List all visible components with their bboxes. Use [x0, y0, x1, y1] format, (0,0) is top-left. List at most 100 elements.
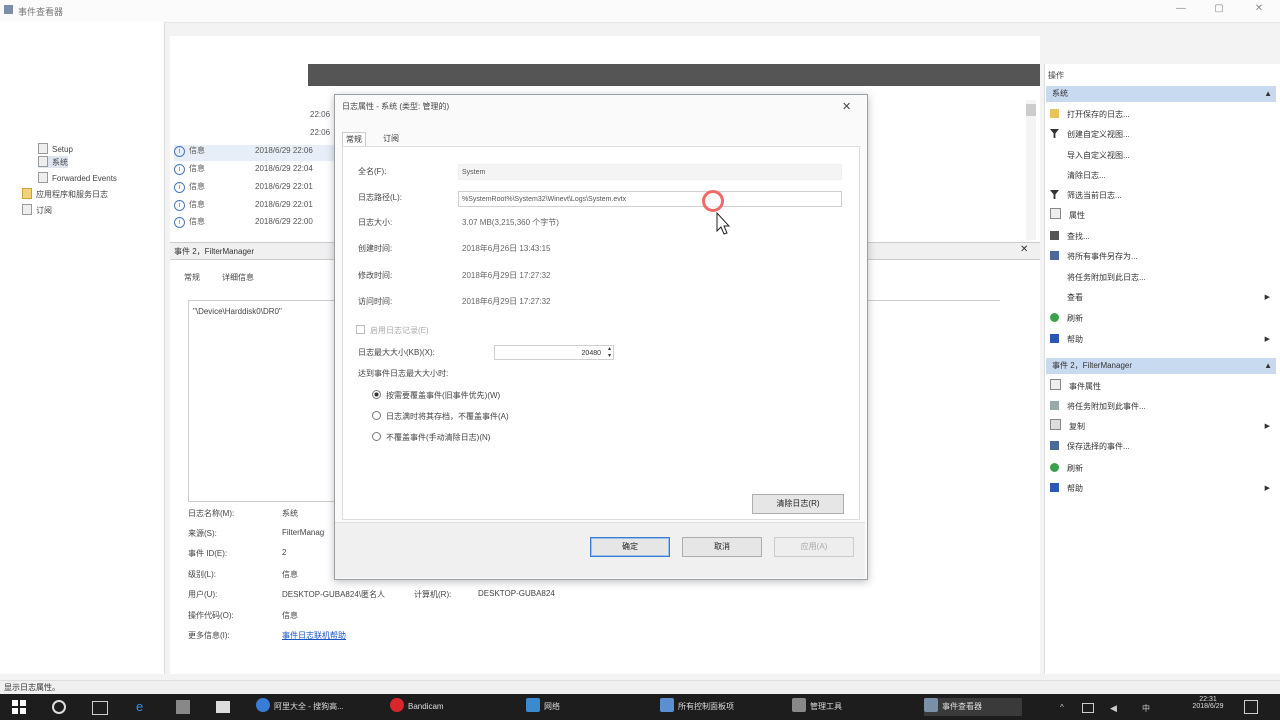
taskbar-item-browser[interactable]: 阿里大全 - 搜狗高... [256, 698, 344, 716]
action-copy[interactable]: 复制 ▶ [1050, 418, 1272, 436]
help-icon [1050, 483, 1059, 492]
action-import-custom-view[interactable]: 导入自定义视图... [1050, 147, 1272, 165]
table-row[interactable]: i 信息 2018/6/29 22:06 [174, 145, 334, 161]
prop-opcode: 操作代码(O): 信息 [188, 611, 298, 620]
network-icon [526, 698, 540, 712]
radio-archive-when-full[interactable]: 日志满时将其存档，不覆盖事件(A) [372, 411, 509, 422]
taskbar-item-admin-tools[interactable]: 管理工具 [792, 698, 842, 716]
prop-source: 来源(S): FilterManag [188, 528, 325, 538]
action-save-all-events[interactable]: 将所有事件另存为... [1050, 248, 1272, 266]
log-path-label: 日志路径(L): [358, 193, 402, 202]
max-size-stepper[interactable]: 20480 ▴ ▾ [494, 345, 614, 360]
help-icon [1050, 334, 1059, 343]
tab-subscriptions[interactable]: 订阅 [380, 132, 402, 146]
event-message-box[interactable]: "\Device\Harddisk0\DR0" [188, 300, 340, 502]
tab-general[interactable]: 常规 [184, 272, 200, 283]
table-row[interactable]: i 信息 2018/6/29 22:04 [174, 163, 313, 179]
tab-details[interactable]: 详细信息 [222, 272, 254, 283]
table-row[interactable]: i 信息 2018/6/29 22:00 [174, 216, 313, 232]
scrollbar-thumb[interactable] [1026, 104, 1036, 116]
action-properties[interactable]: 属性 [1050, 207, 1272, 225]
task-icon [1050, 401, 1059, 410]
event-detail-title: 事件 2，FilterManager [174, 247, 255, 256]
notification-center-icon[interactable] [1244, 700, 1258, 714]
log-path-field[interactable]: %SystemRoot%\System32\Winevt\Logs\System… [458, 191, 842, 207]
action-filter-current-log[interactable]: 筛选当前日志... [1050, 187, 1272, 205]
stepper-arrows-icon: ▴ ▾ [607, 346, 611, 359]
close-icon[interactable]: ✕ [1020, 244, 1028, 255]
windows-start-icon[interactable] [12, 700, 26, 714]
task-view-icon[interactable] [92, 701, 108, 715]
radio-do-not-overwrite[interactable]: 不覆盖事件(手动清除日志)(N) [372, 432, 490, 443]
action-clear-log[interactable]: 清除日志... [1050, 167, 1272, 185]
ime-icon[interactable]: 中 [1142, 703, 1150, 714]
action-refresh[interactable]: 刷新 [1050, 310, 1272, 328]
store-icon[interactable] [176, 700, 190, 714]
submenu-arrow-icon: ▶ [1264, 485, 1270, 492]
action-open-saved-log[interactable]: 打开保存的日志... [1050, 106, 1272, 124]
mouse-pointer-icon [716, 212, 730, 235]
action-create-custom-view[interactable]: 创建自定义视图... [1050, 126, 1272, 144]
close-icon[interactable]: ✕ [842, 100, 851, 113]
tree-item-app-services-logs[interactable]: 应用程序和服务日志 [22, 188, 108, 200]
help-link[interactable]: 事件日志联机帮助 [282, 630, 346, 641]
taskbar-item-bandicam[interactable]: Bandicam [390, 698, 444, 716]
log-icon [38, 156, 48, 167]
radio-overwrite-as-needed[interactable]: 按需要覆盖事件(旧事件优先)(W) [372, 390, 500, 401]
action-attach-task-log[interactable]: 将任务附加到此日志... [1050, 269, 1272, 287]
taskbar-item-control-panel[interactable]: 所有控制面板项 [660, 698, 734, 716]
created-label: 创建时间: [358, 244, 393, 253]
properties-icon [1050, 379, 1061, 390]
mail-icon[interactable] [216, 701, 230, 713]
action-find[interactable]: 查找... [1050, 228, 1272, 246]
taskbar-item-network[interactable]: 网络 [526, 698, 560, 716]
log-icon [38, 172, 48, 183]
divider [866, 300, 1000, 301]
minimize-icon[interactable]: — [1166, 3, 1196, 19]
cancel-button[interactable]: 取消 [682, 537, 762, 557]
when-max-label: 达到事件日志最大大小时: [358, 369, 449, 378]
record-icon [390, 698, 404, 712]
action-event-properties[interactable]: 事件属性 [1050, 378, 1272, 396]
tree-item-subscriptions[interactable]: 订阅 [22, 204, 52, 216]
ok-button[interactable]: 确定 [590, 537, 670, 557]
tree-item-setup[interactable]: Setup [38, 143, 73, 155]
taskbar-item-event-viewer[interactable]: 事件查看器 [924, 698, 1022, 716]
table-row[interactable]: 22:06 [310, 128, 330, 144]
prop-level: 级别(L): 信息 [188, 570, 298, 579]
table-row[interactable]: 22:06 [310, 110, 330, 126]
action-help[interactable]: 帮助 ▶ [1050, 331, 1272, 349]
close-icon[interactable]: ✕ [1244, 3, 1274, 19]
submenu-arrow-icon: ▶ [1264, 336, 1270, 343]
maximize-icon[interactable]: ▢ [1204, 3, 1234, 19]
clear-log-button[interactable]: 清除日志(R) [752, 494, 844, 514]
event-list-scrollbar[interactable] [1026, 100, 1036, 240]
subscription-icon [22, 204, 32, 215]
clock[interactable]: 22:31 2018/6/29 [1188, 696, 1228, 710]
action-view[interactable]: 查看 ▶ [1050, 289, 1272, 307]
radio-icon [372, 411, 381, 420]
action-attach-task-event[interactable]: 将任务附加到此事件... [1050, 398, 1272, 416]
search-icon[interactable] [52, 700, 66, 714]
network-tray-icon[interactable] [1082, 703, 1094, 713]
tray-overflow-icon[interactable]: ^ [1060, 703, 1064, 712]
edge-browser-icon[interactable]: e [136, 700, 150, 714]
folder-icon [1050, 109, 1059, 118]
full-name-label: 全名(F): [358, 167, 387, 176]
volume-icon[interactable]: ◀ [1110, 703, 1117, 714]
table-row[interactable]: i 信息 2018/6/29 22:01 [174, 181, 313, 197]
table-row[interactable]: i 信息 2018/6/29 22:01 [174, 199, 313, 215]
actions-section-system[interactable]: 系统 ▲ [1046, 86, 1276, 102]
tree-item-forwarded-events[interactable]: Forwarded Events [38, 172, 117, 184]
action-save-selected[interactable]: 保存选择的事件... [1050, 438, 1272, 456]
event-viewer-icon [924, 698, 938, 712]
tab-general[interactable]: 常规 [342, 132, 366, 147]
action-help-event[interactable]: 帮助 ▶ [1050, 480, 1272, 498]
title-bar: 事件查看器 — ▢ ✕ [0, 0, 1280, 23]
tree-item-system[interactable]: 系统 [38, 156, 68, 168]
checkbox-icon [356, 325, 365, 334]
actions-section-event[interactable]: 事件 2，FilterManager ▲ [1046, 358, 1276, 374]
max-size-label: 日志最大大小(KB)(X): [358, 348, 435, 357]
action-refresh-event[interactable]: 刷新 [1050, 460, 1272, 478]
cursor-highlight-icon [702, 190, 724, 212]
